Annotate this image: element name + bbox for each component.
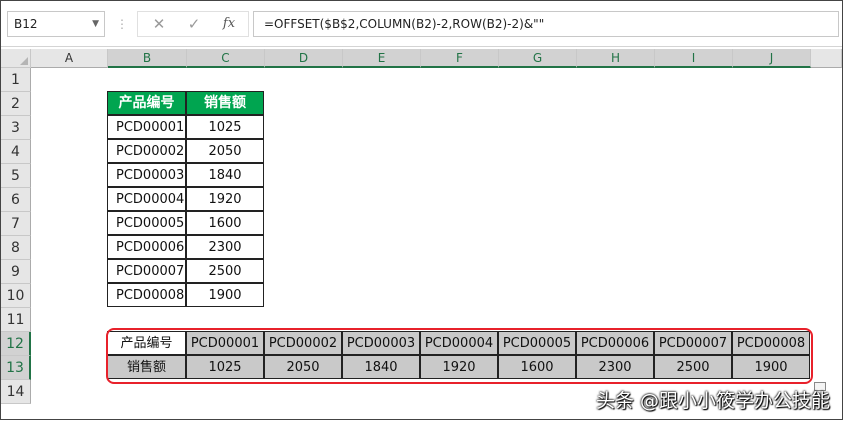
- transposed-cell[interactable]: PCD00007: [654, 331, 732, 355]
- cancel-icon[interactable]: ✕: [148, 13, 170, 35]
- transposed-cell[interactable]: PCD00001: [186, 331, 264, 355]
- transposed-cell[interactable]: PCD00003: [342, 331, 420, 355]
- table-header-cell[interactable]: 销售额: [186, 91, 264, 115]
- table-cell[interactable]: PCD00002: [107, 139, 186, 163]
- table-cell[interactable]: 1840: [186, 163, 264, 187]
- transposed-cell[interactable]: PCD00008: [732, 331, 810, 355]
- table-cell[interactable]: PCD00008: [107, 283, 186, 307]
- row-header-6[interactable]: 6: [1, 188, 31, 212]
- table-cell[interactable]: 2300: [186, 235, 264, 259]
- transposed-cell[interactable]: PCD00004: [420, 331, 498, 355]
- transposed-cell[interactable]: PCD00005: [498, 331, 576, 355]
- column-header-g[interactable]: G: [499, 49, 577, 68]
- column-header-e[interactable]: E: [343, 49, 421, 68]
- name-box[interactable]: B12 ▼: [7, 11, 105, 37]
- formula-input[interactable]: =OFFSET($B$2,COLUMN(B2)-2,ROW(B2)-2)&"": [253, 11, 839, 37]
- chevron-down-icon[interactable]: ▼: [92, 12, 99, 36]
- table-cell[interactable]: PCD00006: [107, 235, 186, 259]
- row-header-3[interactable]: 3: [1, 116, 31, 140]
- row-header-4[interactable]: 4: [1, 140, 31, 164]
- column-header-j[interactable]: J: [733, 49, 811, 68]
- row-header-13[interactable]: 13: [1, 356, 31, 380]
- column-header-d[interactable]: D: [265, 49, 343, 68]
- name-box-value: B12: [14, 17, 38, 31]
- transposed-cell[interactable]: 2300: [576, 355, 654, 379]
- column-header-a[interactable]: A: [31, 49, 108, 68]
- transposed-cell[interactable]: PCD00006: [576, 331, 654, 355]
- row-header-1[interactable]: 1: [1, 68, 31, 92]
- transposed-cell[interactable]: 2500: [654, 355, 732, 379]
- table-cell[interactable]: 1920: [186, 187, 264, 211]
- transposed-cell[interactable]: 1900: [732, 355, 810, 379]
- transposed-cell[interactable]: PCD00002: [264, 331, 342, 355]
- table-cell[interactable]: PCD00005: [107, 211, 186, 235]
- transposed-cell[interactable]: 1600: [498, 355, 576, 379]
- column-header-c[interactable]: C: [187, 49, 265, 68]
- row-header-7[interactable]: 7: [1, 212, 31, 236]
- row-header-10[interactable]: 10: [1, 284, 31, 308]
- column-header-filler: [811, 49, 842, 68]
- column-header-h[interactable]: H: [577, 49, 655, 68]
- row-header-2[interactable]: 2: [1, 92, 31, 116]
- transposed-cell[interactable]: 1920: [420, 355, 498, 379]
- select-all-corner[interactable]: [1, 49, 31, 68]
- column-header-b[interactable]: B: [108, 49, 187, 68]
- row-header-12[interactable]: 12: [1, 332, 31, 356]
- enter-icon[interactable]: ✓: [183, 13, 205, 35]
- row-header-11[interactable]: 11: [1, 308, 31, 332]
- table-header-cell[interactable]: 产品编号: [107, 91, 186, 115]
- table-cell[interactable]: 1600: [186, 211, 264, 235]
- transposed-cell[interactable]: 1840: [342, 355, 420, 379]
- table-cell[interactable]: 1025: [186, 115, 264, 139]
- table-cell[interactable]: 2050: [186, 139, 264, 163]
- watermark: 头条 @跟小小筱学办公技能: [595, 390, 830, 412]
- drag-handle-icon[interactable]: ⋮: [116, 15, 128, 33]
- table-cell[interactable]: PCD00001: [107, 115, 186, 139]
- row-header-8[interactable]: 8: [1, 236, 31, 260]
- transposed-label-cell[interactable]: 产品编号: [107, 331, 186, 355]
- table-cell[interactable]: 2500: [186, 259, 264, 283]
- row-header-14[interactable]: 14: [1, 380, 31, 404]
- insert-function-icon[interactable]: fx: [218, 13, 240, 35]
- table-cell[interactable]: 1900: [186, 283, 264, 307]
- transposed-label-cell[interactable]: 销售额: [107, 355, 186, 379]
- formula-bar: B12 ▼ ⋮ ✕ ✓ fx =OFFSET($B$2,COLUMN(B2)-2…: [1, 1, 842, 47]
- row-header-5[interactable]: 5: [1, 164, 31, 188]
- row-header-9[interactable]: 9: [1, 260, 31, 284]
- column-header-i[interactable]: I: [655, 49, 733, 68]
- table-cell[interactable]: PCD00004: [107, 187, 186, 211]
- transposed-cell[interactable]: 1025: [186, 355, 264, 379]
- transposed-cell[interactable]: 2050: [264, 355, 342, 379]
- table-cell[interactable]: PCD00007: [107, 259, 186, 283]
- spreadsheet-grid[interactable]: ABCDEFGHIJ 1 2 3 4 5 6 7 8 9 10 11 12 13 14 产品编号 销售额 PC…: [1, 49, 842, 419]
- column-header-f[interactable]: F: [421, 49, 499, 68]
- table-cell[interactable]: PCD00003: [107, 163, 186, 187]
